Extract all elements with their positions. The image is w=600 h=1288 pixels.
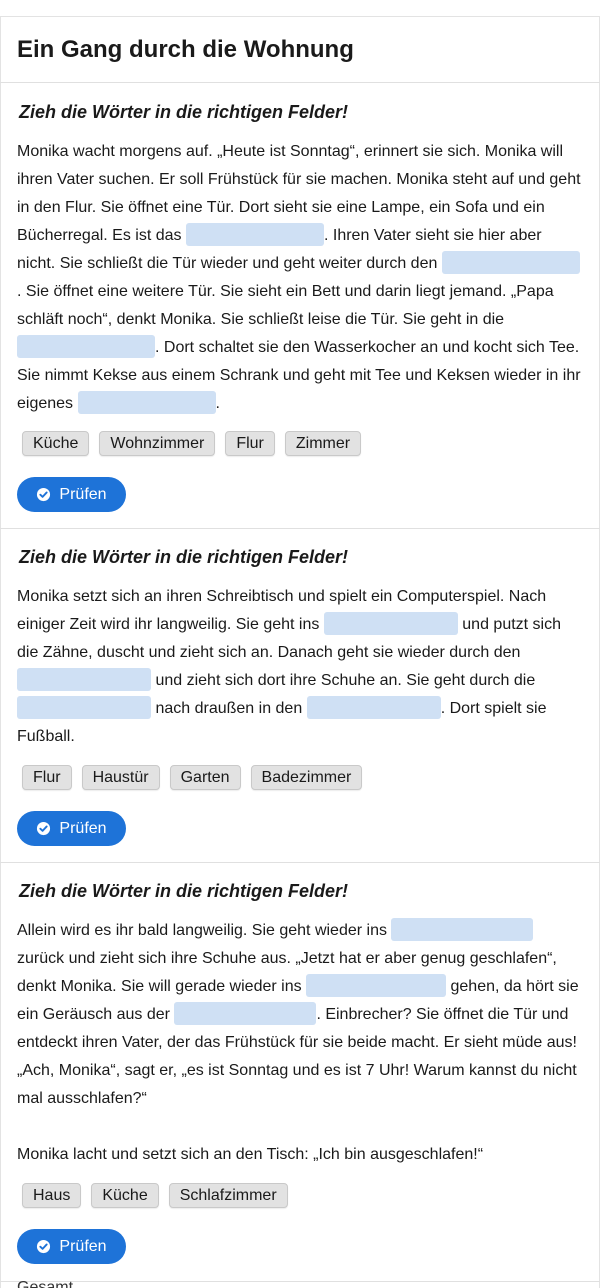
text-line: und zieht sich dort ihre Schuhe an. Sie … <box>155 672 536 689</box>
word-chip[interactable]: Wohnzimmer <box>99 431 216 456</box>
text-line: mal ausschlafen?“ <box>17 1090 147 1107</box>
word-chip[interactable]: Flur <box>22 765 72 790</box>
text-line: einiger Zeit wird ihr langweilig. Sie ge… <box>17 616 320 633</box>
check-circle-icon <box>37 487 51 502</box>
text-line: und putzt sich <box>462 616 562 633</box>
check-button-label: Prüfen <box>59 486 107 503</box>
drop-field-1-3[interactable] <box>17 335 155 358</box>
text-line: Monika wacht morgens auf. „Heute ist Son… <box>17 143 564 160</box>
exercise-1: Zieh die Wörter in die richtigen Felder!… <box>0 84 600 529</box>
text-line: Sie nimmt Kekse aus einem Schrank und ge… <box>17 367 581 384</box>
text-line: ihren Vater suchen. Er soll Frühstück fü… <box>17 171 581 188</box>
exercise-1-heading: Zieh die Wörter in die richtigen Felder! <box>19 102 349 122</box>
word-chip[interactable]: Haus <box>22 1183 82 1208</box>
drop-field-3-2[interactable] <box>306 974 447 997</box>
drop-field-1-4[interactable] <box>77 391 216 414</box>
drop-field-2-1[interactable] <box>323 612 458 635</box>
text-line: Bücherregal. Es ist das <box>17 227 182 244</box>
check-button-label: Prüfen <box>59 1238 107 1255</box>
text-line: ein Geräusch aus der <box>17 1006 170 1023</box>
word-chip[interactable]: Küche <box>91 1183 159 1208</box>
text-line: Allein wird es ihr bald langweilig. Sie … <box>17 922 387 939</box>
drop-field-2-3[interactable] <box>17 696 151 719</box>
word-chip[interactable]: Zimmer <box>284 431 362 456</box>
word-bank-2: Flur Haustür Garten Badezimmer <box>22 765 363 790</box>
word-bank-3: Haus Küche Schlafzimmer <box>22 1183 288 1208</box>
drop-field-3-3[interactable] <box>174 1002 317 1025</box>
check-circle-icon <box>37 1239 51 1254</box>
word-chip[interactable]: Schlafzimmer <box>168 1183 288 1208</box>
text-line: Monika lacht und setzt sich an den Tisch… <box>17 1146 484 1163</box>
check-button-3[interactable]: Prüfen <box>17 1229 126 1264</box>
text-line: denkt Monika. Sie will gerade wieder ins <box>17 978 302 995</box>
exercise-1-text: Monika wacht morgens auf. „Heute ist Son… <box>17 138 585 418</box>
exercise-2-heading: Zieh die Wörter in die richtigen Felder! <box>19 547 349 567</box>
text-line: eigenes <box>17 395 74 412</box>
text-line: . Ihren Vater sieht sie hier aber <box>323 227 542 244</box>
word-chip[interactable]: Küche <box>22 431 90 456</box>
check-button-1[interactable]: Prüfen <box>17 477 126 512</box>
text-line: . Sie öffnet eine weitere Tür. Sie sieht… <box>17 283 554 300</box>
check-button-2[interactable]: Prüfen <box>17 811 126 846</box>
text-line: . Dort schaltet sie den Wasserkocher an … <box>155 339 580 356</box>
drop-field-1-1[interactable] <box>185 223 324 246</box>
page: Ein Gang durch die Wohnung Zieh die Wört… <box>0 0 600 1288</box>
page-header: Ein Gang durch die Wohnung <box>0 17 600 83</box>
text-line: entdeckt ihren Vater, der das Frühstück … <box>17 1034 577 1051</box>
drop-field-2-4[interactable] <box>306 696 441 719</box>
drop-field-2-2[interactable] <box>17 668 151 691</box>
text-line: schläft noch“, denkt Monika. Sie schließ… <box>17 311 505 328</box>
exercise-2-text: Monika setzt sich an ihren Schreibtisch … <box>17 583 585 751</box>
word-chip[interactable]: Garten <box>169 765 241 790</box>
exercise-3-text: Allein wird es ihr bald langweilig. Sie … <box>17 917 585 1169</box>
footer-fragment: Gesamt… <box>17 1279 90 1288</box>
drop-field-1-2[interactable] <box>441 251 580 274</box>
word-chip[interactable]: Badezimmer <box>250 765 363 790</box>
text-line: „Ach, Monika“, sagt er, „es ist Sonntag … <box>17 1062 577 1079</box>
word-chip[interactable]: Haustür <box>81 765 160 790</box>
exercise-2: Zieh die Wörter in die richtigen Felder!… <box>0 529 600 863</box>
check-circle-icon <box>37 821 51 836</box>
word-chip[interactable]: Flur <box>225 431 275 456</box>
text-line: die Zähne, duscht und zieht sich an. Dan… <box>17 644 521 661</box>
text-line: . <box>215 395 220 412</box>
text-line: . Einbrecher? Sie öffnet die Tür und <box>316 1006 569 1023</box>
text-line: Monika setzt sich an ihren Schreibtisch … <box>17 588 547 605</box>
text-line: nicht. Sie schließt die Tür wieder und g… <box>17 255 438 272</box>
text-line: Fußball. <box>17 728 75 745</box>
word-bank-1: Küche Wohnzimmer Flur Zimmer <box>22 431 362 456</box>
check-button-label: Prüfen <box>59 820 107 837</box>
page-title: Ein Gang durch die Wohnung <box>17 36 354 63</box>
text-line: . Dort spielt sie <box>440 700 547 717</box>
drop-field-3-1[interactable] <box>391 918 534 941</box>
exercise-3-heading: Zieh die Wörter in die richtigen Felder! <box>19 881 349 901</box>
text-line: zurück und zieht sich ihre Schuhe aus. „… <box>17 950 557 967</box>
exercise-3: Zieh die Wörter in die richtigen Felder!… <box>0 863 600 1282</box>
text-line: in den Flur. Sie öffnet eine Tür. Dort s… <box>17 199 545 216</box>
text-line: nach draußen in den <box>155 700 303 717</box>
text-line: gehen, da hört sie <box>450 978 579 995</box>
